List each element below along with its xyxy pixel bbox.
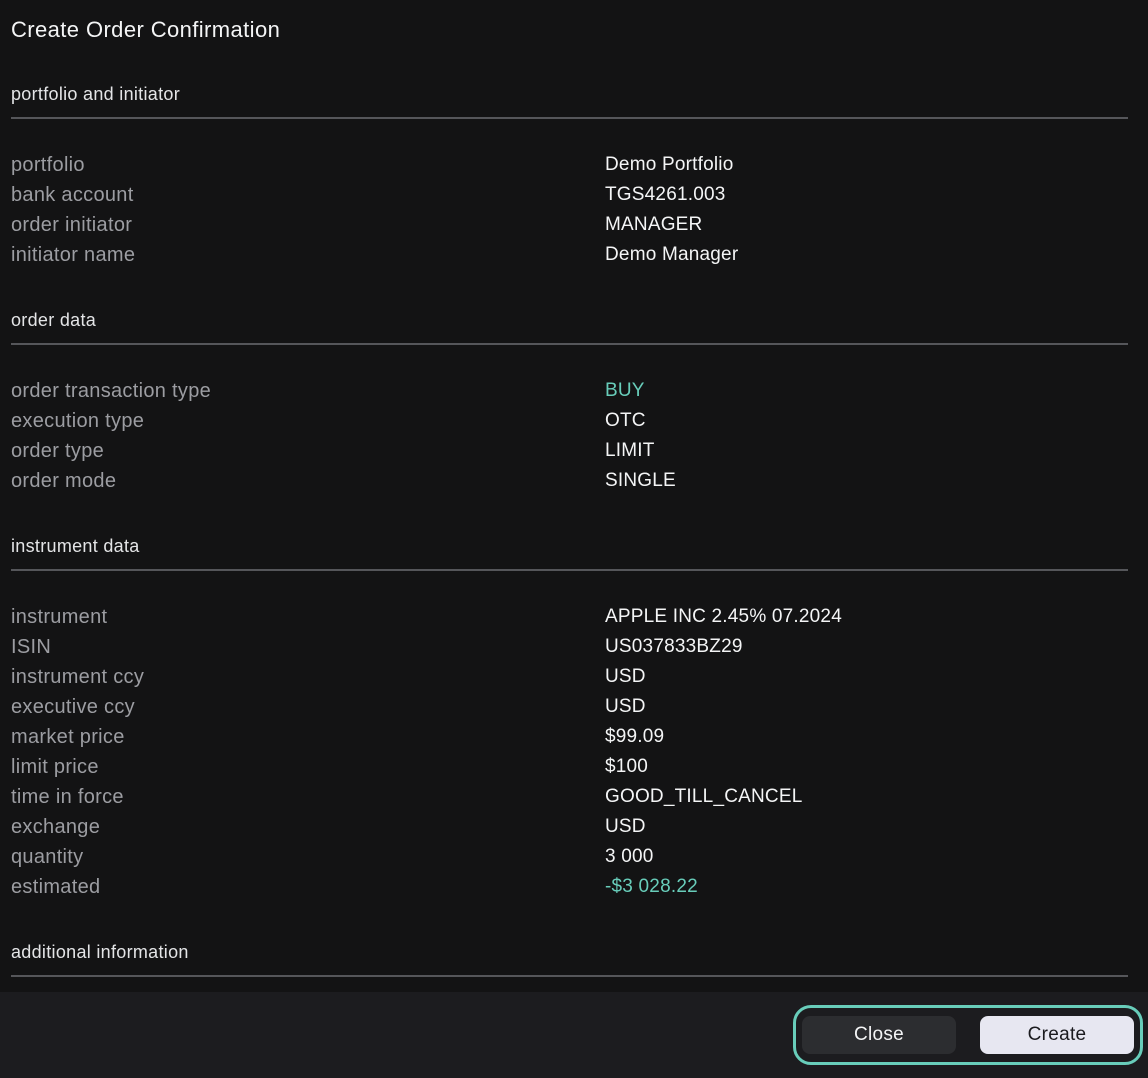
field-label: order mode [11,470,605,493]
section-header: instrument data [11,536,1148,556]
field-label: portfolio [11,154,605,177]
action-button-group: Close Create [793,1005,1143,1065]
field-label: estimated [11,876,605,899]
field-value: APPLE INC 2.45% 07.2024 [605,606,842,628]
field-label: ISIN [11,636,605,659]
field-label: time in force [11,786,605,809]
field-value: GOOD_TILL_CANCEL [605,786,803,808]
field-row: execution typeOTC [11,406,1148,436]
field-row: instrumentAPPLE INC 2.45% 07.2024 [11,602,1148,632]
field-row: order initiatorMANAGER [11,210,1148,240]
field-value: LIMIT [605,440,655,462]
field-label: initiator name [11,244,605,267]
section-divider [11,975,1128,977]
field-value: MANAGER [605,214,702,236]
field-label: exchange [11,816,605,839]
field-row: bank accountTGS4261.003 [11,180,1148,210]
field-row: order transaction typeBUY [11,376,1148,406]
field-label: quantity [11,846,605,869]
close-button[interactable]: Close [802,1016,956,1054]
create-button[interactable]: Create [980,1016,1134,1054]
field-label: bank account [11,184,605,207]
section-rows: portfolioDemo Portfoliobank accountTGS42… [11,150,1148,270]
footer-bar: Close Create [0,992,1148,1078]
field-value: -$3 028.22 [605,876,698,898]
field-row: ISINUS037833BZ29 [11,632,1148,662]
field-value: BUY [605,380,645,402]
field-value: USD [605,696,646,718]
field-value: USD [605,666,646,688]
section-header: order data [11,310,1148,330]
field-row: market price$99.09 [11,722,1148,752]
field-value: SINGLE [605,470,676,492]
field-value: USD [605,816,646,838]
field-value: Demo Portfolio [605,154,733,176]
field-row: estimated-$3 028.22 [11,872,1148,902]
field-row: order modeSINGLE [11,466,1148,496]
section-header: additional information [11,942,1148,962]
field-label: market price [11,726,605,749]
field-value: $99.09 [605,726,664,748]
create-order-confirmation-dialog: Create Order Confirmation portfolio and … [0,0,1148,1078]
field-value: 3 000 [605,846,654,868]
field-value: US037833BZ29 [605,636,743,658]
field-value: OTC [605,410,646,432]
section-header: portfolio and initiator [11,84,1148,104]
field-value: $100 [605,756,648,778]
sections-container: portfolio and initiator portfolioDemo Por… [11,84,1148,977]
section-rows: order transaction typeBUYexecution typeO… [11,376,1148,496]
field-label: instrument ccy [11,666,605,689]
field-row: order typeLIMIT [11,436,1148,466]
field-row: quantity3 000 [11,842,1148,872]
field-label: order initiator [11,214,605,237]
field-label: order transaction type [11,380,605,403]
field-label: executive ccy [11,696,605,719]
field-row: portfolioDemo Portfolio [11,150,1148,180]
field-row: initiator nameDemo Manager [11,240,1148,270]
section-divider [11,117,1128,119]
field-label: instrument [11,606,605,629]
section-divider [11,343,1128,345]
dialog-content: Create Order Confirmation portfolio and … [0,0,1148,992]
page-title: Create Order Confirmation [11,16,1148,44]
field-label: limit price [11,756,605,779]
field-label: order type [11,440,605,463]
section-rows: instrumentAPPLE INC 2.45% 07.2024ISINUS0… [11,602,1148,902]
field-row: exchangeUSD [11,812,1148,842]
field-row: limit price$100 [11,752,1148,782]
field-row: time in forceGOOD_TILL_CANCEL [11,782,1148,812]
field-row: instrument ccyUSD [11,662,1148,692]
field-row: executive ccyUSD [11,692,1148,722]
field-label: execution type [11,410,605,433]
field-value: Demo Manager [605,244,738,266]
field-value: TGS4261.003 [605,184,726,206]
section-divider [11,569,1128,571]
